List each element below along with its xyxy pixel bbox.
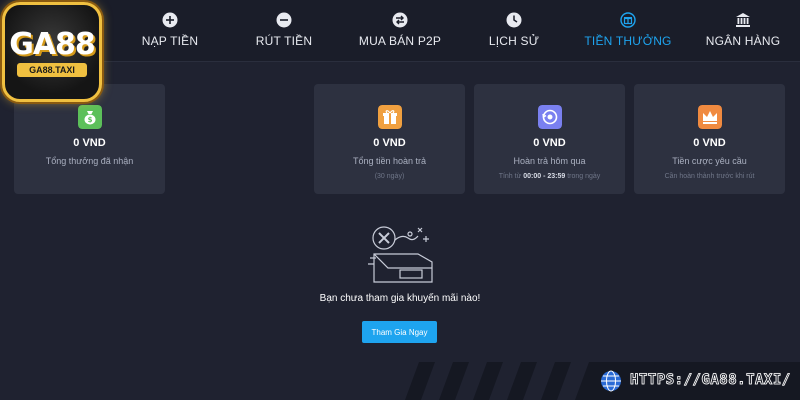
logo-brand-text: GA88 <box>9 27 96 62</box>
nav-label: LỊCH SỬ <box>488 34 540 48</box>
card-required-bet: 0 VND Tiền cược yêu cầu Cần hoàn thành t… <box>634 84 785 194</box>
money-bag-icon: $ <box>77 105 102 129</box>
logo-site-text: GA88.TAXI <box>17 63 87 77</box>
decorative-stripes <box>405 362 605 400</box>
card-value: 0 VND <box>73 137 106 149</box>
card-sub-time: 00:00 - 23:59 <box>523 173 566 180</box>
nav-rut-tien[interactable]: RÚT TIỀN <box>229 12 339 48</box>
card-label: Tiền cược yêu cầu <box>672 156 747 166</box>
clock-icon <box>506 12 522 28</box>
nav-label: TIỀN THƯỞNG <box>584 34 672 48</box>
plus-circle-icon <box>162 12 178 28</box>
card-sub-prefix: Tính từ <box>498 173 522 180</box>
card-refund-yesterday: 0 VND Hoàn trả hôm qua Tính từ 00:00 - 2… <box>474 84 625 194</box>
nav-label: NGÂN HÀNG <box>705 34 781 48</box>
nav-ngan-hang[interactable]: NGÂN HÀNG <box>688 12 798 48</box>
nav-label: RÚT TIỀN <box>255 34 313 48</box>
nav-tien-thuong[interactable]: TIỀN THƯỞNG <box>573 12 683 48</box>
exchange-icon <box>392 12 408 28</box>
nav-label: MUA BÁN P2P <box>358 34 442 48</box>
card-sub-suffix: trong ngày <box>567 173 601 180</box>
gift-icon <box>620 12 636 28</box>
minus-circle-icon <box>276 12 292 28</box>
gift-box-icon <box>377 105 402 129</box>
card-total-refund: 0 VND Tổng tiền hoàn trả (30 ngày) <box>314 84 465 194</box>
card-value: 0 VND <box>373 137 406 149</box>
refund-icon <box>537 105 562 129</box>
card-sub: (30 ngày) <box>374 173 405 180</box>
card-value: 0 VND <box>693 137 726 149</box>
site-url-text: HTTPS://GA88.TAXI/ <box>630 372 791 389</box>
empty-promotion-icon <box>368 226 433 283</box>
bank-icon <box>736 13 750 27</box>
card-sub: Tính từ 00:00 - 23:59 trong ngày <box>474 173 625 180</box>
nav-nap-tien[interactable]: NẠP TIỀN <box>115 12 225 48</box>
join-now-button[interactable]: Tham Gia Ngay <box>362 321 437 343</box>
card-label: Tổng tiền hoàn trả <box>352 156 427 166</box>
card-value: 0 VND <box>533 137 566 149</box>
nav-label: NẠP TIỀN <box>141 34 199 48</box>
empty-state-message: Bạn chưa tham gia khuyến mãi nào! <box>319 293 481 304</box>
globe-icon <box>601 370 621 392</box>
nav-lich-su[interactable]: LỊCH SỬ <box>459 12 569 48</box>
brand-logo[interactable]: GA88 GA88.TAXI <box>2 2 102 102</box>
crown-icon <box>697 105 722 129</box>
card-sub: Cần hoàn thành trước khi rút <box>664 173 755 180</box>
top-navigation-bar: NẠP TIỀN RÚT TIỀN MUA BÁN P2P LỊCH SỬ TI… <box>0 0 800 62</box>
site-url-banner: HTTPS://GA88.TAXI/ <box>590 362 800 400</box>
card-label: Tổng thưởng đã nhận <box>45 156 134 166</box>
card-label: Hoàn trả hôm qua <box>513 156 586 166</box>
svg-text:$: $ <box>87 116 92 124</box>
nav-mua-ban-p2p[interactable]: MUA BÁN P2P <box>345 12 455 48</box>
